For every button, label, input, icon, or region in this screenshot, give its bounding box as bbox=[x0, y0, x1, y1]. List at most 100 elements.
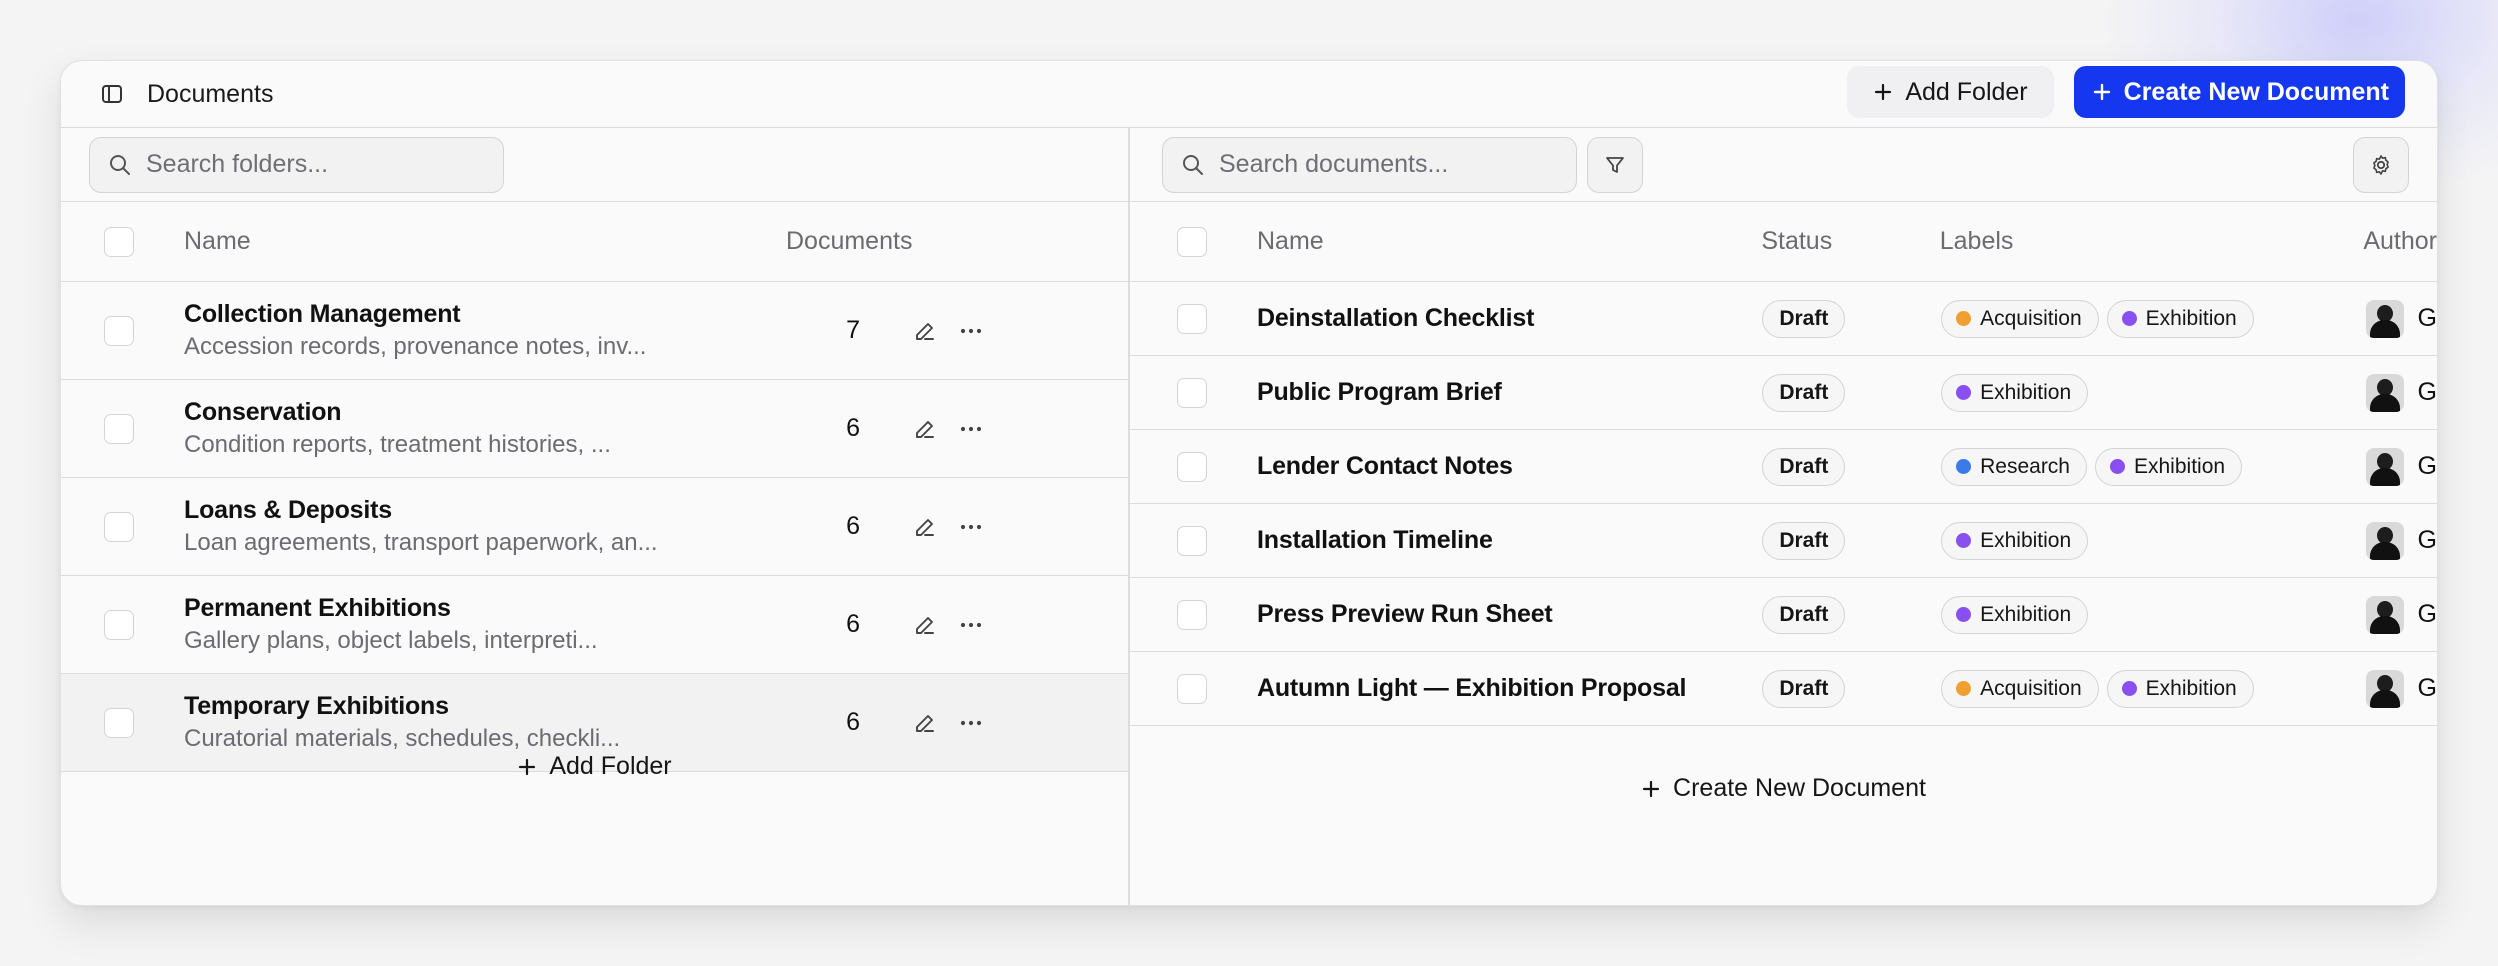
add-folder-label: Add Folder bbox=[1905, 77, 2028, 106]
folder-list: Collection Management Accession records,… bbox=[61, 282, 1128, 772]
folder-row-text: Permanent Exhibitions Gallery plans, obj… bbox=[184, 594, 854, 655]
more-options-icon[interactable] bbox=[958, 416, 984, 442]
documents-pane: Name Status Labels Author Deinstallation… bbox=[1130, 128, 2437, 905]
folder-row-checkbox[interactable] bbox=[104, 315, 134, 346]
document-row[interactable]: Public Program Brief Draft Exhibition G bbox=[1130, 356, 2437, 430]
header-actions: Add Folder Create New Document bbox=[1847, 66, 2405, 118]
avatar bbox=[2365, 373, 2404, 412]
edit-icon[interactable] bbox=[912, 612, 938, 638]
document-row[interactable]: Autumn Light — Exhibition Proposal Draft… bbox=[1130, 652, 2437, 726]
more-options-icon[interactable] bbox=[958, 710, 984, 736]
document-author-cell: G bbox=[2365, 373, 2437, 412]
gear-icon bbox=[2373, 154, 2389, 175]
plus-icon bbox=[1642, 780, 1660, 797]
author-name: G bbox=[2417, 378, 2437, 406]
document-labels-cell: Exhibition bbox=[1941, 595, 2365, 634]
document-col-name: Name bbox=[1257, 227, 1324, 255]
document-col-labels: Labels bbox=[1939, 227, 2014, 255]
more-options-icon[interactable] bbox=[958, 318, 984, 344]
folder-row-checkbox[interactable] bbox=[104, 413, 134, 444]
document-row-checkbox[interactable] bbox=[1177, 673, 1207, 704]
document-col-author: Author bbox=[2363, 227, 2437, 255]
folder-row[interactable]: Loans & Deposits Loan agreements, transp… bbox=[61, 478, 1128, 576]
label-text: Exhibition bbox=[1980, 528, 2072, 552]
plus-icon bbox=[1875, 83, 1892, 101]
author-name: G bbox=[2417, 674, 2437, 702]
document-row-checkbox[interactable] bbox=[1177, 303, 1207, 334]
document-row[interactable]: Installation Timeline Draft Exhibition G bbox=[1130, 504, 2437, 578]
document-list: Deinstallation Checklist Draft Acquisiti… bbox=[1130, 282, 2437, 726]
more-options-icon[interactable] bbox=[958, 514, 984, 540]
document-search-box[interactable] bbox=[1162, 136, 1577, 193]
edit-icon[interactable] bbox=[912, 318, 938, 344]
filter-icon bbox=[1606, 156, 1624, 173]
folder-search-input[interactable] bbox=[146, 150, 476, 179]
page-title: Documents bbox=[147, 79, 274, 108]
create-new-document-button[interactable]: Create New Document bbox=[2073, 66, 2405, 118]
folder-description: Accession records, provenance notes, inv… bbox=[184, 333, 647, 360]
label-text: Acquisition bbox=[1980, 306, 2082, 330]
folder-search-box[interactable] bbox=[89, 136, 504, 193]
document-labels-cell: Exhibition bbox=[1941, 521, 2365, 560]
label-text: Exhibition bbox=[2145, 306, 2237, 330]
add-folder-footer-button[interactable]: Add Folder bbox=[61, 752, 1128, 781]
edit-icon[interactable] bbox=[912, 514, 938, 540]
folder-document-count: 6 bbox=[846, 610, 860, 638]
document-status-cell: Draft bbox=[1762, 595, 1941, 634]
document-author-cell: G bbox=[2365, 447, 2437, 486]
label-text: Acquisition bbox=[1980, 676, 2082, 700]
folder-row-text: Loans & Deposits Loan agreements, transp… bbox=[184, 496, 854, 557]
document-row-checkbox[interactable] bbox=[1177, 525, 1207, 556]
label-chip: Acquisition bbox=[1941, 299, 2099, 338]
create-document-label: Create New Document bbox=[2123, 77, 2389, 106]
label-chip: Acquisition bbox=[1941, 669, 2099, 708]
folder-row[interactable]: Permanent Exhibitions Gallery plans, obj… bbox=[61, 576, 1128, 674]
document-status-cell: Draft bbox=[1762, 521, 1941, 560]
document-row[interactable]: Deinstallation Checklist Draft Acquisiti… bbox=[1130, 282, 2437, 356]
document-name: Installation Timeline bbox=[1257, 526, 1493, 554]
label-dot bbox=[1956, 681, 1972, 696]
label-dot bbox=[1956, 311, 1972, 326]
document-labels-cell: Exhibition bbox=[1941, 373, 2365, 412]
filter-button[interactable] bbox=[1587, 136, 1643, 193]
status-badge: Draft bbox=[1762, 595, 1846, 634]
folder-row-checkbox[interactable] bbox=[104, 707, 134, 738]
folder-row[interactable]: Collection Management Accession records,… bbox=[61, 282, 1128, 380]
document-row-checkbox[interactable] bbox=[1177, 451, 1207, 482]
document-row[interactable]: Press Preview Run Sheet Draft Exhibition… bbox=[1130, 578, 2437, 652]
status-badge: Draft bbox=[1762, 299, 1846, 338]
document-status-cell: Draft bbox=[1762, 373, 1941, 412]
label-chip: Exhibition bbox=[2106, 669, 2254, 708]
create-new-document-footer-button[interactable]: Create New Document bbox=[1130, 774, 2437, 803]
settings-button[interactable] bbox=[2353, 136, 2409, 193]
document-row-checkbox[interactable] bbox=[1177, 599, 1207, 630]
select-all-folders-checkbox[interactable] bbox=[104, 226, 134, 257]
more-options-icon[interactable] bbox=[958, 612, 984, 638]
folder-search-row bbox=[61, 128, 1128, 202]
top-bar: Documents Add Folder Create New Document bbox=[61, 61, 2437, 128]
select-all-documents-checkbox[interactable] bbox=[1177, 226, 1207, 257]
avatar bbox=[2365, 299, 2404, 338]
folder-document-count: 6 bbox=[846, 708, 860, 736]
folder-row-checkbox[interactable] bbox=[104, 609, 134, 640]
sidebar-toggle-icon[interactable] bbox=[101, 83, 123, 105]
author-name: G bbox=[2417, 452, 2437, 480]
status-badge: Draft bbox=[1762, 669, 1846, 708]
folder-description: Loan agreements, transport paperwork, an… bbox=[184, 529, 658, 556]
author-name: G bbox=[2417, 526, 2437, 554]
label-dot bbox=[1956, 533, 1972, 548]
document-row-checkbox[interactable] bbox=[1177, 377, 1207, 408]
folder-row-checkbox[interactable] bbox=[104, 511, 134, 542]
folder-description: Condition reports, treatment histories, … bbox=[184, 431, 611, 458]
status-badge: Draft bbox=[1762, 521, 1846, 560]
folders-pane: Name Documents Collection Management Acc… bbox=[61, 128, 1130, 905]
folder-document-count: 7 bbox=[846, 316, 860, 344]
folder-row[interactable]: Conservation Condition reports, treatmen… bbox=[61, 380, 1128, 478]
document-name: Press Preview Run Sheet bbox=[1257, 600, 1553, 628]
document-search-input[interactable] bbox=[1219, 150, 1549, 179]
edit-icon[interactable] bbox=[912, 710, 938, 736]
add-folder-button[interactable]: Add Folder bbox=[1847, 66, 2054, 118]
edit-icon[interactable] bbox=[912, 416, 938, 442]
document-row[interactable]: Lender Contact Notes Draft Research Exhi… bbox=[1130, 430, 2437, 504]
label-text: Exhibition bbox=[2134, 454, 2226, 478]
